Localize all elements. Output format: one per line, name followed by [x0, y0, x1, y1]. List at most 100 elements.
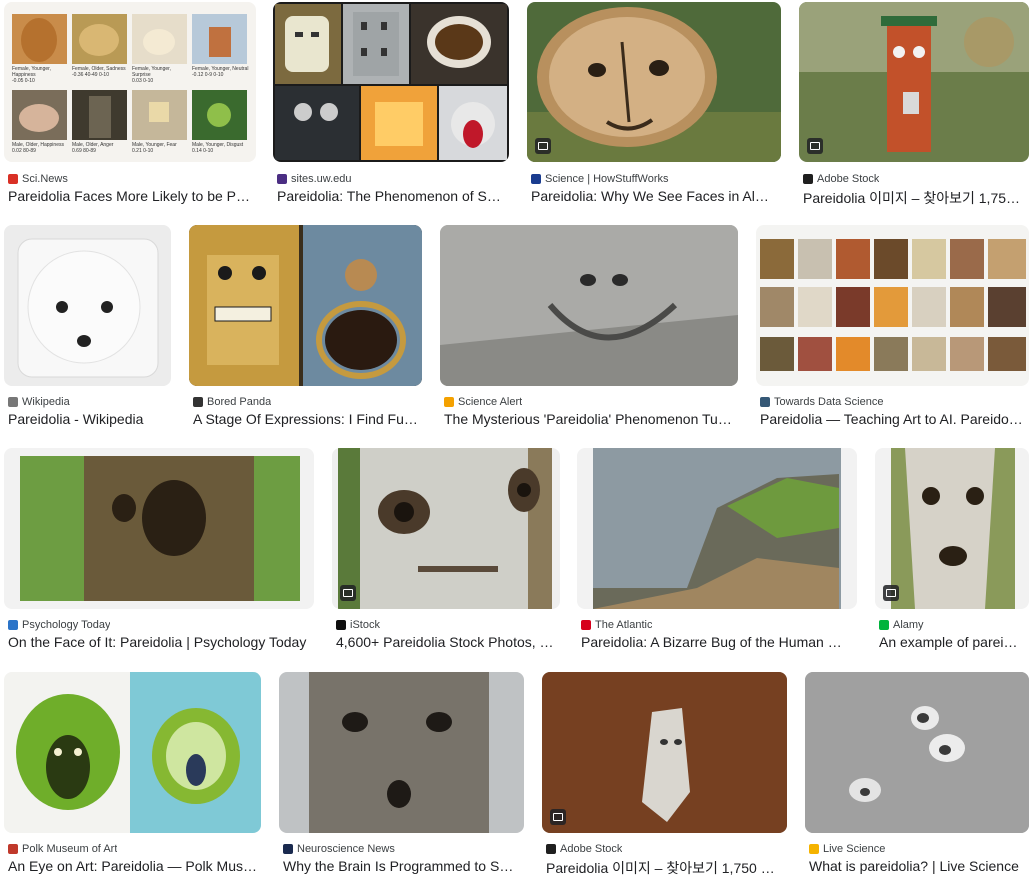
- thumbnail-image: [440, 225, 738, 386]
- result-source[interactable]: Wikipedia: [8, 395, 70, 409]
- cell-caption: Male, Younger, Disgust 0.14 0-10: [192, 142, 244, 154]
- thumbnail-image: [527, 2, 781, 162]
- result-tile[interactable]: Towards Data Science Pareidolia — Teachi…: [756, 225, 1029, 431]
- source-favicon-icon: [193, 397, 203, 407]
- result-thumbnail[interactable]: [189, 225, 422, 386]
- result-title[interactable]: On the Face of It: Pareidolia | Psycholo…: [8, 634, 310, 652]
- cell-caption: Female, Younger, Happiness -0.05 0-10: [12, 66, 51, 84]
- result-source[interactable]: sites.uw.edu: [277, 172, 352, 186]
- result-source[interactable]: Towards Data Science: [760, 395, 883, 409]
- result-tile[interactable]: Wikipedia Pareidolia - Wikipedia: [4, 225, 171, 431]
- source-name: Towards Data Science: [774, 396, 884, 408]
- result-source[interactable]: Adobe Stock: [546, 842, 622, 856]
- source-name: Adobe Stock: [817, 173, 880, 185]
- source-favicon-icon: [879, 620, 889, 630]
- thumbnail-image: [875, 448, 1029, 609]
- result-title[interactable]: What is pareidolia? | Live Science: [809, 858, 1025, 876]
- cell-caption: Male, Younger, Fear 0.21 0-10: [132, 142, 177, 154]
- result-tile[interactable]: Science Alert The Mysterious 'Pareidolia…: [440, 225, 738, 431]
- result-thumbnail[interactable]: [4, 225, 171, 386]
- result-source[interactable]: Neuroscience News: [283, 842, 395, 856]
- result-thumbnail[interactable]: [332, 448, 560, 609]
- result-thumbnail[interactable]: [799, 2, 1029, 162]
- result-title[interactable]: An example of pareidol…: [879, 634, 1025, 652]
- result-source[interactable]: Psychology Today: [8, 618, 110, 632]
- source-name: Bored Panda: [207, 396, 272, 408]
- result-thumbnail[interactable]: [577, 448, 857, 609]
- result-thumbnail[interactable]: [527, 2, 781, 162]
- result-title[interactable]: The Mysterious 'Pareidolia' Phenomenon T…: [444, 411, 734, 429]
- result-title[interactable]: Pareidolia: Why We See Faces in Almos…: [531, 188, 777, 206]
- image-badge-icon: [340, 585, 356, 601]
- result-thumbnail[interactable]: [4, 448, 314, 609]
- result-title[interactable]: Pareidolia: The Phenomenon of Seei…: [277, 188, 505, 206]
- result-source[interactable]: Bored Panda: [193, 395, 271, 409]
- result-tile[interactable]: Bored Panda A Stage Of Expressions: I Fi…: [189, 225, 422, 431]
- result-source[interactable]: Polk Museum of Art: [8, 842, 117, 856]
- source-name: Science Alert: [458, 396, 523, 408]
- result-source[interactable]: Live Science: [809, 842, 885, 856]
- source-name: iStock: [350, 619, 380, 631]
- thumbnail-image: [805, 672, 1029, 833]
- source-favicon-icon: [809, 844, 819, 854]
- result-tile[interactable]: Adobe Stock Pareidolia 이미지 – 찾아보기 1,750 …: [799, 2, 1029, 208]
- result-source[interactable]: Adobe Stock: [803, 172, 879, 186]
- thumbnail-image: [4, 448, 314, 609]
- result-title[interactable]: 4,600+ Pareidolia Stock Photos, Pi…: [336, 634, 556, 652]
- result-title[interactable]: Pareidolia: A Bizarre Bug of the Human M…: [581, 634, 853, 652]
- result-title[interactable]: Pareidolia 이미지 – 찾아보기 1,750 스…: [546, 858, 783, 876]
- result-thumbnail[interactable]: [4, 672, 261, 833]
- source-name: Sci.News: [22, 173, 68, 185]
- result-title[interactable]: A Stage Of Expressions: I Find Funn…: [193, 411, 418, 429]
- image-badge-icon: [807, 138, 823, 154]
- source-favicon-icon: [803, 174, 813, 184]
- result-tile[interactable]: sites.uw.edu Pareidolia: The Phenomenon …: [273, 2, 509, 208]
- thumbnail-image: [279, 672, 524, 833]
- source-favicon-icon: [531, 174, 541, 184]
- result-title[interactable]: Pareidolia 이미지 – 찾아보기 1,750 …: [803, 188, 1025, 206]
- result-tile[interactable]: Psychology Today On the Face of It: Pare…: [4, 448, 314, 654]
- image-badge-icon: [535, 138, 551, 154]
- result-thumbnail[interactable]: [756, 225, 1029, 386]
- result-tile[interactable]: Polk Museum of Art An Eye on Art: Pareid…: [4, 672, 261, 878]
- result-tile[interactable]: Neuroscience News Why the Brain Is Progr…: [279, 672, 524, 878]
- result-thumbnail[interactable]: [542, 672, 787, 833]
- result-title[interactable]: Pareidolia Faces More Likely to be Perc…: [8, 188, 252, 206]
- source-name: Neuroscience News: [297, 843, 395, 855]
- result-tile[interactable]: Live Science What is pareidolia? | Live …: [805, 672, 1029, 878]
- source-name: Adobe Stock: [560, 843, 623, 855]
- source-favicon-icon: [8, 844, 18, 854]
- source-favicon-icon: [336, 620, 346, 630]
- source-favicon-icon: [8, 174, 18, 184]
- result-source[interactable]: Science Alert: [444, 395, 522, 409]
- result-title[interactable]: Pareidolia — Teaching Art to AI. Pareido…: [760, 411, 1025, 429]
- result-thumbnail[interactable]: Female, Younger, Happiness -0.05 0-10 Fem…: [4, 2, 256, 162]
- result-thumbnail[interactable]: [273, 2, 509, 162]
- cell-caption: Female, Younger, Neutral -0.12 0-9 0-10: [192, 66, 249, 78]
- result-tile[interactable]: Science | HowStuffWorks Pareidolia: Why …: [527, 2, 781, 208]
- result-source[interactable]: Science | HowStuffWorks: [531, 172, 669, 186]
- thumbnail-image: [542, 672, 787, 833]
- result-tile[interactable]: Alamy An example of pareidol…: [875, 448, 1029, 654]
- result-source[interactable]: The Atlantic: [581, 618, 652, 632]
- result-thumbnail[interactable]: [440, 225, 738, 386]
- source-favicon-icon: [8, 397, 18, 407]
- cell-caption: Male, Older, Anger 0.69 80-89: [72, 142, 114, 154]
- result-tile[interactable]: Adobe Stock Pareidolia 이미지 – 찾아보기 1,750 …: [542, 672, 787, 878]
- result-tile[interactable]: iStock 4,600+ Pareidolia Stock Photos, P…: [332, 448, 560, 654]
- result-source[interactable]: Sci.News: [8, 172, 68, 186]
- result-thumbnail[interactable]: [279, 672, 524, 833]
- result-source[interactable]: iStock: [336, 618, 380, 632]
- thumbnail-image: [4, 672, 261, 833]
- result-title[interactable]: Why the Brain Is Programmed to See …: [283, 858, 520, 876]
- result-title[interactable]: Pareidolia - Wikipedia: [8, 411, 167, 429]
- result-tile[interactable]: Female, Younger, Happiness -0.05 0-10 Fem…: [4, 2, 256, 208]
- result-thumbnail[interactable]: [805, 672, 1029, 833]
- result-thumbnail[interactable]: [875, 448, 1029, 609]
- thumbnail-image: [332, 448, 560, 609]
- source-name: Polk Museum of Art: [22, 843, 118, 855]
- result-title[interactable]: An Eye on Art: Pareidolia — Polk Museu…: [8, 858, 257, 876]
- source-favicon-icon: [277, 174, 287, 184]
- result-tile[interactable]: The Atlantic Pareidolia: A Bizarre Bug o…: [577, 448, 857, 654]
- result-source[interactable]: Alamy: [879, 618, 924, 632]
